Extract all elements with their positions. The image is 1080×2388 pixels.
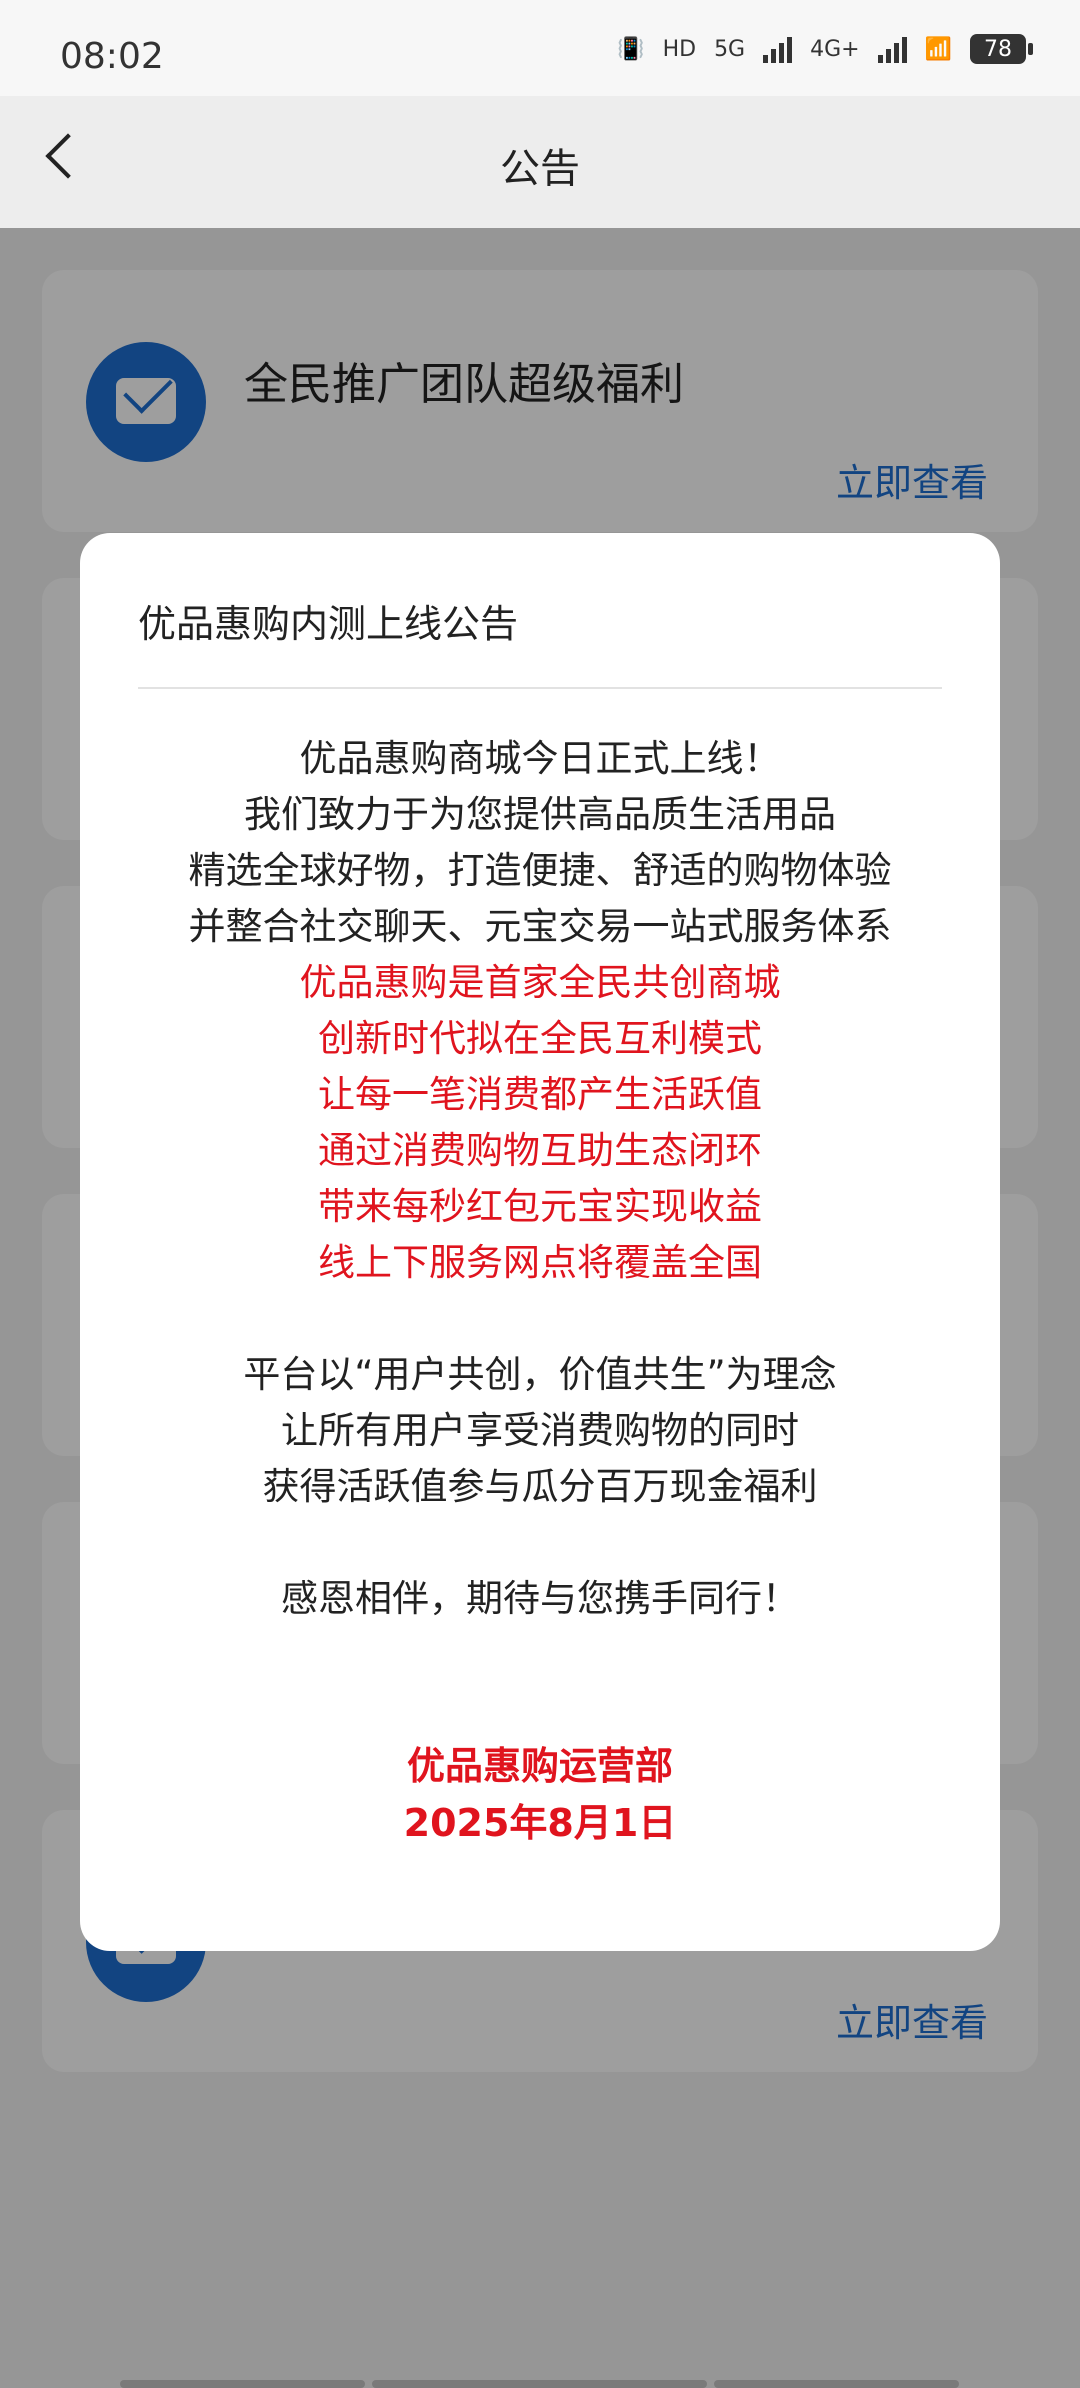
signal-4g-icon	[877, 35, 907, 63]
hd-label: HD	[662, 36, 697, 62]
closing-line: 感恩相伴，期待与您携手同行！	[281, 1577, 799, 1620]
dialog-body: 优品惠购商城今日正式上线！ 我们致力于为您提供高品质生活用品 精选全球好物，打造…	[80, 731, 1000, 1627]
gesture-bar	[120, 2380, 365, 2388]
signature-department: 优品惠购运营部	[406, 1744, 673, 1788]
network-4g-label: 4G+	[810, 36, 860, 62]
gesture-bar	[372, 2380, 707, 2388]
highlight-line: 让每一笔消费都产生活跃值	[318, 1073, 762, 1116]
gesture-bar	[714, 2380, 959, 2388]
body-line: 并整合社交聊天、元宝交易一站式服务体系	[188, 905, 892, 948]
signature-date: 2025年8月1日	[403, 1801, 677, 1845]
body-line: 平台以“用户共创，价值共生”为理念	[243, 1353, 837, 1396]
dialog-title: 优品惠购内测上线公告	[138, 602, 519, 646]
highlight-line: 带来每秒红包元宝实现收益	[318, 1185, 762, 1228]
highlight-line: 创新时代拟在全民互利模式	[318, 1017, 762, 1060]
highlight-line: 通过消费购物互助生态闭环	[318, 1129, 762, 1172]
page-title: 公告	[500, 146, 580, 192]
highlight-line: 线上下服务网点将覆盖全国	[318, 1241, 762, 1284]
body-line: 我们致力于为您提供高品质生活用品	[244, 793, 836, 836]
body-line: 让所有用户享受消费购物的同时	[281, 1409, 799, 1452]
body-line: 获得活跃值参与瓜分百万现金福利	[262, 1465, 818, 1508]
dialog-signature: 优品惠购运营部 2025年8月1日	[80, 1738, 1000, 1852]
body-line: 精选全球好物，打造便捷、舒适的购物体验	[188, 849, 892, 892]
status-bar: 08:02 📳 HD 5G 4G+ 📶 78	[0, 0, 1080, 96]
status-icons: 📳 HD 5G 4G+ 📶 78	[617, 34, 1033, 64]
wifi-icon: 📶	[924, 36, 952, 62]
title-bar: 公告	[0, 96, 1080, 228]
highlight-line: 优品惠购是首家全民共创商城	[299, 961, 781, 1004]
network-5g-label: 5G	[714, 36, 746, 62]
battery-icon: 78	[970, 34, 1033, 64]
announcement-dialog: 优品惠购内测上线公告 优品惠购商城今日正式上线！ 我们致力于为您提供高品质生活用…	[80, 533, 1000, 1951]
status-time: 08:02	[60, 36, 164, 77]
divider	[138, 687, 942, 689]
vibrate-icon: 📳	[617, 36, 645, 62]
body-line: 优品惠购商城今日正式上线！	[299, 737, 781, 780]
signal-5g-icon	[763, 35, 793, 63]
